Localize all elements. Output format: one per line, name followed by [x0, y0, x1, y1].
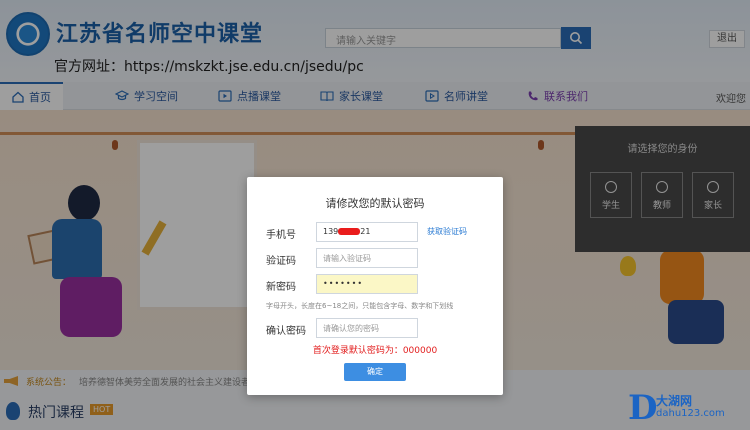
watermark-logo: D 大湖网 dahu123.com — [628, 388, 746, 428]
watermark-url: dahu123.com — [656, 408, 725, 419]
change-password-dialog: 请修改您的默认密码 手机号 139 21 获取验证码 验证码 请输入验证码 新密码… — [247, 177, 503, 395]
watermark-letter: D — [628, 388, 658, 428]
new-password-label: 新密码 — [266, 282, 296, 293]
verification-code-field[interactable]: 请输入验证码 — [316, 248, 418, 268]
default-password-note: 首次登录默认密码为：000000 — [312, 346, 438, 356]
code-label: 验证码 — [266, 256, 296, 267]
get-code-link[interactable]: 获取验证码 — [427, 226, 467, 237]
phone-field[interactable]: 139 21 — [316, 222, 418, 242]
password-hint: 字母开头，长度在6~18之间，只能包含字母、数字和下划线 — [266, 302, 454, 310]
confirm-password-label: 确认密码 — [266, 326, 306, 337]
redaction-mark — [338, 228, 361, 235]
new-password-field[interactable]: ••••••• — [316, 274, 418, 294]
phone-label: 手机号 — [266, 230, 296, 241]
dialog-title: 请修改您的默认密码 — [325, 197, 425, 210]
watermark-name: 大湖网 — [656, 394, 693, 408]
phone-suffix: 21 — [360, 227, 371, 236]
confirm-password-field[interactable]: 请确认您的密码 — [316, 318, 418, 338]
phone-prefix: 139 — [323, 227, 339, 236]
confirm-button[interactable]: 确定 — [344, 363, 406, 381]
